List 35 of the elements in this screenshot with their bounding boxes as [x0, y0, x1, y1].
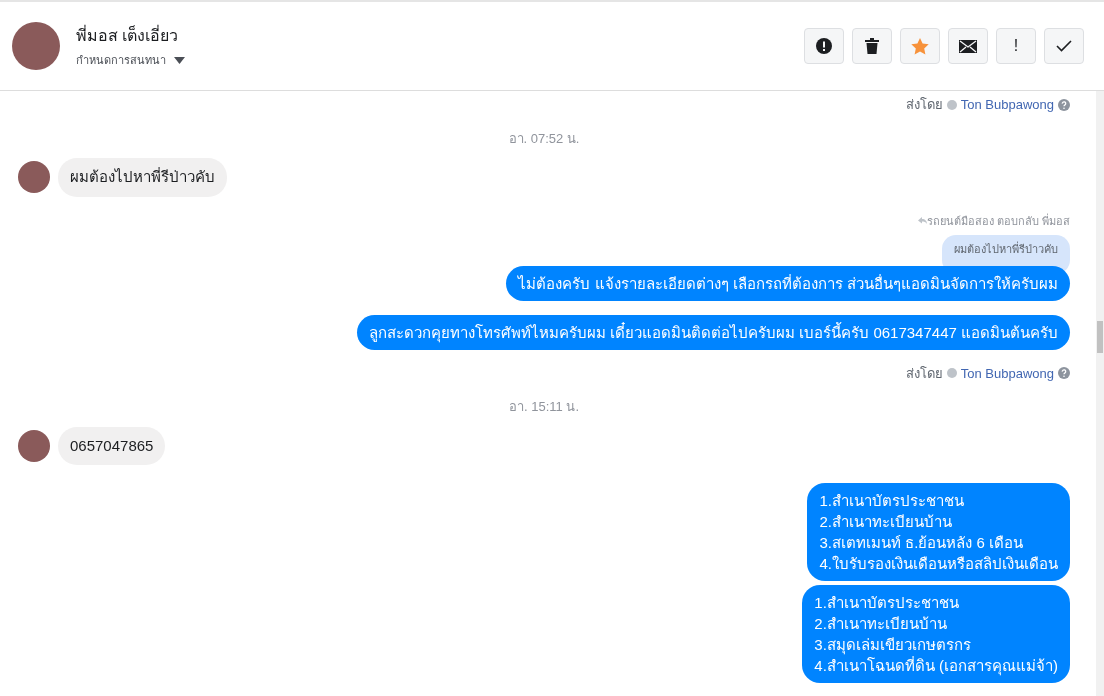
star-button[interactable] [900, 28, 940, 64]
assign-conversation-dropdown[interactable]: กำหนดการสนทนา [76, 51, 185, 69]
checkmark-icon [1056, 40, 1072, 52]
help-icon[interactable] [1058, 367, 1070, 380]
alert-button[interactable] [804, 28, 844, 64]
reply-arrow-icon [917, 217, 927, 225]
help-icon[interactable] [1058, 98, 1070, 111]
outgoing-message: 1.สำเนาบัตรประชาชน 2.สำเนาทะเบียนบ้าน 3.สเตทเมนท์ ธ.ย้อนหลัง 6 เดือน 4.ใบรับรองเงินเดือนหรือสลิปเงินเดือน [807, 483, 1070, 581]
reply-note: รถยนต์มือสอง ตอบกลับ พี่มอส [926, 212, 1070, 229]
alert-icon [816, 38, 832, 54]
sent-by-label: ส่งโดย [905, 96, 943, 114]
outgoing-message: ไม่ต้องครับ แจ้งรายละเอียดต่างๆ เลือกรถที่ต้องการ ส่วนอื่นๆแอดมินจัดการให้ครับผม [506, 265, 1070, 301]
caret-icon [174, 56, 185, 64]
trash-button[interactable] [852, 28, 892, 64]
author-link[interactable]: Ton Bubpawong [960, 363, 1054, 383]
incoming-message: 0657047865 [58, 426, 166, 465]
scrollbar-thumb[interactable] [1097, 321, 1103, 353]
avatar-placeholder [12, 22, 60, 70]
envelope-icon [959, 39, 977, 53]
star-icon [911, 37, 929, 55]
avatar-placeholder [18, 429, 50, 462]
contact-name: พี่มอส เต็งเอี่ยว [76, 24, 180, 46]
trash-icon [865, 38, 879, 54]
timestamp: อา. 15:11 น. [509, 398, 579, 416]
check-button[interactable] [1044, 28, 1084, 64]
scrollbar[interactable] [1096, 91, 1104, 696]
mail-button[interactable] [948, 28, 988, 64]
outgoing-message: 1.สำเนาบัตรประชาชน 2.สำเนาทะเบียนบ้าน 3.สมุดเล่มเขียวเกษตรกร 4.สำเนาโฉนดที่ดิน (เอกสารคุณแม่จ้า) [802, 585, 1070, 683]
sent-by-label: ส่งโดย [905, 364, 943, 383]
incoming-message: ผมต้องไปหาพี่รีป่าวคับ [58, 158, 227, 197]
exclaim-button[interactable]: ! [996, 28, 1036, 64]
avatar-placeholder [18, 161, 50, 194]
outgoing-message: ลูกสะดวกคุยทางโทรศัพท์ไหมครับผม เดี๋ยวแอดมินติดต่อไปครับผม เบอร์นี้ครับ 0617347447 แอดมินต้นครับ [356, 314, 1070, 350]
author-link[interactable]: Ton Bubpawong [960, 95, 1054, 115]
timestamp: อา. 07:52 น. [508, 129, 580, 148]
